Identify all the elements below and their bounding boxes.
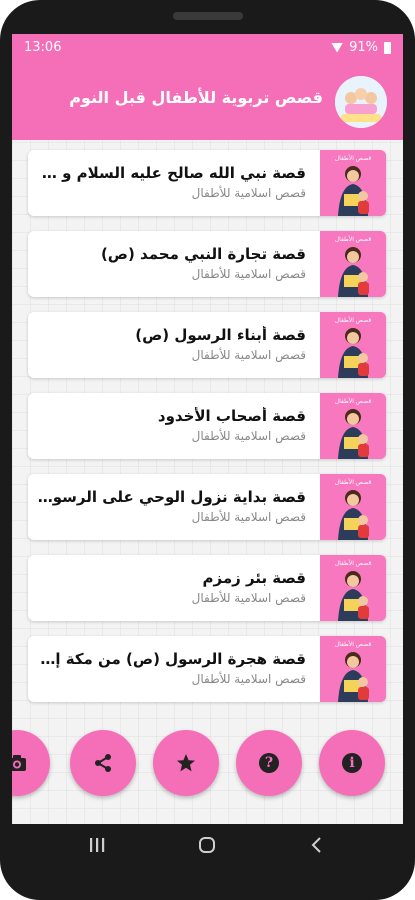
recents-nav-icon[interactable]: [88, 836, 106, 859]
help-button[interactable]: ?: [236, 730, 302, 796]
thumbnail-label: قصص الأطفال: [335, 235, 372, 243]
signal-icon: [331, 42, 344, 53]
share-button[interactable]: [70, 730, 136, 796]
story-thumbnail: قصص الأطفال: [320, 474, 386, 540]
story-thumbnail: قصص الأطفال: [320, 636, 386, 702]
thumbnail-label: قصص الأطفال: [335, 316, 372, 324]
story-title: قصة بداية نزول الوحي على الرسول (ص): [36, 488, 306, 506]
story-title: قصة أبناء الرسول (ص): [135, 326, 306, 344]
story-title: قصة هجرة الرسول (ص) من مكة إلى ال...: [36, 650, 306, 668]
thumbnail-label: قصص الأطفال: [335, 478, 372, 486]
thumbnail-label: قصص الأطفال: [335, 154, 372, 162]
story-title: قصة نبي الله صالح عليه السلام و معجزة...: [36, 164, 306, 182]
story-subtitle: قصص اسلامية للأطفال: [191, 348, 306, 362]
share-icon: [95, 754, 111, 772]
star-icon: [177, 754, 195, 772]
info-button[interactable]: i: [319, 730, 385, 796]
story-card[interactable]: قصص الأطفال قصة بئر زمزم قصص اسلامية للأ…: [28, 555, 386, 621]
screen: 13:06 91% قصص تربوية للأطفال قبل النوم ق…: [12, 34, 403, 824]
app-bar: قصص تربوية للأطفال قبل النوم: [12, 62, 403, 140]
camera-icon: [12, 755, 26, 771]
story-card[interactable]: قصص الأطفال قصة أصحاب الأخدود قصص اسلامي…: [28, 393, 386, 459]
story-card[interactable]: قصص الأطفال قصة هجرة الرسول (ص) من مكة إ…: [28, 636, 386, 702]
story-thumbnail: قصص الأطفال: [320, 393, 386, 459]
favorite-button[interactable]: [153, 730, 219, 796]
story-thumbnail: قصص الأطفال: [320, 231, 386, 297]
thumbnail-label: قصص الأطفال: [335, 640, 372, 648]
speaker-grille: [173, 12, 243, 20]
status-icons: 91%: [331, 40, 391, 55]
story-subtitle: قصص اسلامية للأطفال: [191, 591, 306, 605]
story-subtitle: قصص اسلامية للأطفال: [191, 267, 306, 281]
story-title: قصة تجارة النبي محمد (ص): [100, 245, 306, 263]
home-nav-icon[interactable]: [198, 836, 216, 859]
thumbnail-label: قصص الأطفال: [335, 559, 372, 567]
story-thumbnail: قصص الأطفال: [320, 555, 386, 621]
story-subtitle: قصص اسلامية للأطفال: [191, 186, 306, 200]
back-nav-icon[interactable]: [308, 836, 326, 859]
story-card[interactable]: قصص الأطفال قصة نبي الله صالح عليه السلا…: [28, 150, 386, 216]
app-logo: [335, 76, 387, 128]
camera-button[interactable]: [12, 730, 50, 796]
battery-percent: 91%: [349, 40, 378, 55]
status-time: 13:06: [24, 40, 62, 55]
battery-icon: [384, 41, 391, 54]
help-icon: ?: [259, 753, 279, 773]
navigation-bar: [0, 824, 415, 868]
thumbnail-label: قصص الأطفال: [335, 397, 372, 405]
story-thumbnail: قصص الأطفال: [320, 150, 386, 216]
story-subtitle: قصص اسلامية للأطفال: [191, 510, 306, 524]
story-card[interactable]: قصص الأطفال قصة أبناء الرسول (ص) قصص اسل…: [28, 312, 386, 378]
story-title: قصة أصحاب الأخدود: [157, 407, 306, 425]
story-card[interactable]: قصص الأطفال قصة تجارة النبي محمد (ص) قصص…: [28, 231, 386, 297]
story-subtitle: قصص اسلامية للأطفال: [191, 429, 306, 443]
info-icon: i: [342, 753, 362, 773]
app-title: قصص تربوية للأطفال قبل النوم: [69, 88, 323, 107]
story-subtitle: قصص اسلامية للأطفال: [191, 672, 306, 686]
status-bar: 13:06 91%: [12, 34, 403, 62]
story-thumbnail: قصص الأطفال: [320, 312, 386, 378]
story-card[interactable]: قصص الأطفال قصة بداية نزول الوحي على الر…: [28, 474, 386, 540]
story-title: قصة بئر زمزم: [202, 569, 306, 587]
phone-frame: 13:06 91% قصص تربوية للأطفال قبل النوم ق…: [0, 0, 415, 900]
